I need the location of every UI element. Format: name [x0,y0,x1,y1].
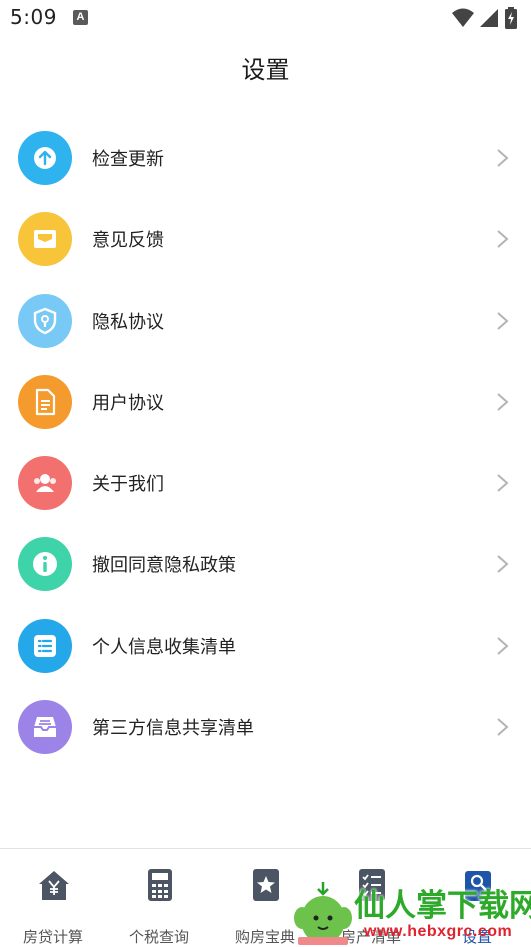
shield-icon [18,293,72,348]
chevron-right-icon [497,311,509,330]
info-icon [18,537,72,592]
watermark: 仙人掌下载网 www.hebxgrc.com [292,876,531,945]
document-icon [18,374,72,429]
wifi-icon [452,8,474,27]
menu-item-label: 隐私协议 [92,311,164,333]
list-icon [18,618,72,673]
signal-icon [480,9,498,27]
chevron-right-icon [497,637,509,655]
tab-tax-query[interactable]: 个税查询 [106,863,212,946]
menu-item-label: 撤回同意隐私政策 [92,555,236,577]
tab-label: 房贷计算 [22,928,83,946]
menu-item-about-us[interactable]: 关于我们 [0,443,531,524]
menu-item-label: 检查更新 [92,149,164,170]
status-time: 5:09 [10,5,57,29]
cactus-logo-icon [294,882,352,945]
house-yen-icon [39,871,69,900]
menu-item-label: 第三方信息共享清单 [92,718,254,740]
calculator-icon [148,869,172,901]
menu-item-label: 意见反馈 [92,230,164,252]
menu-item-privacy[interactable]: 隐私协议 [0,281,531,362]
mail-icon [18,212,72,267]
menu-item-label: 用户协议 [92,392,164,414]
tab-mortgage-calc[interactable]: 房贷计算 [0,863,106,946]
people-icon [18,456,72,511]
chevron-right-icon [497,230,509,249]
menu-item-withdraw-consent[interactable]: 撤回同意隐私政策 [0,524,531,605]
chevron-right-icon [497,393,509,411]
menu-item-personal-info-list[interactable]: 个人信息收集清单 [0,606,531,687]
chevron-right-icon [497,718,509,736]
tab-label: 个税查询 [128,928,189,946]
battery-icon [505,7,517,29]
upload-arrow-icon [18,131,72,185]
status-indicators [451,7,521,29]
menu-item-third-party-sharing[interactable]: 第三方信息共享清单 [0,687,531,768]
status-bar: 5:09 A [0,0,531,36]
watermark-text: 仙人掌下载网 [354,888,531,924]
menu-item-check-update[interactable]: 检查更新 [0,118,531,199]
chevron-right-icon [497,474,509,492]
chevron-right-icon [497,149,509,167]
star-book-icon [253,869,279,901]
chevron-right-icon [497,555,509,574]
page-title: 设置 [241,56,290,84]
inbox-icon [18,700,72,755]
menu-item-user-agreement[interactable]: 用户协议 [0,362,531,443]
menu-item-label: 关于我们 [92,474,164,496]
notification-a-icon: A [73,10,88,25]
menu-item-label: 个人信息收集清单 [92,636,236,658]
watermark-url: www.hebxgrc.com [364,923,513,940]
settings-menu: 检查更新 意见反馈 隐私协议 用户协议 关于我们 撤回同意隐私政策 个人信息收集… [0,118,531,768]
menu-item-feedback[interactable]: 意见反馈 [0,199,531,280]
